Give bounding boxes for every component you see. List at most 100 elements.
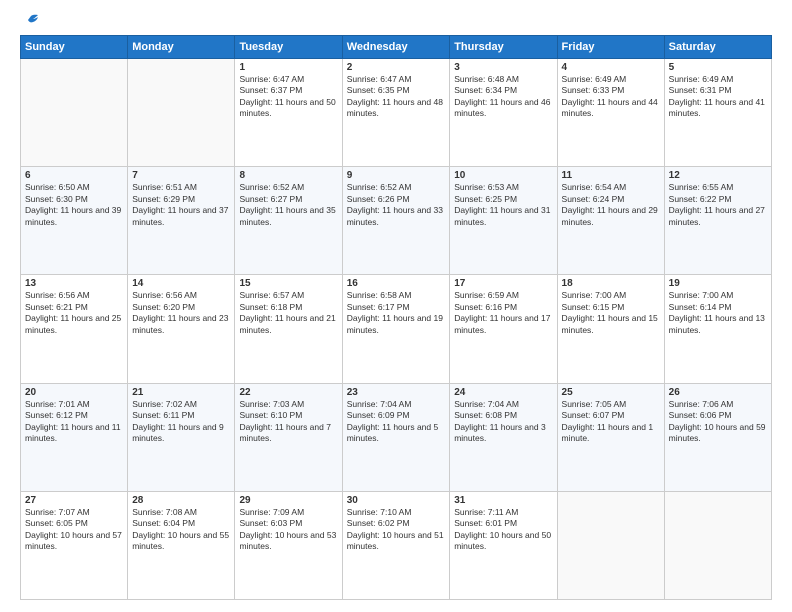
cell-info: Sunrise: 6:58 AMSunset: 6:17 PMDaylight:… [347, 290, 445, 336]
week-row-2: 13Sunrise: 6:56 AMSunset: 6:21 PMDayligh… [21, 275, 772, 383]
page: SundayMondayTuesdayWednesdayThursdayFrid… [0, 0, 792, 612]
day-number: 2 [347, 62, 445, 73]
cell-info: Sunrise: 7:10 AMSunset: 6:02 PMDaylight:… [347, 507, 445, 553]
calendar-cell: 6Sunrise: 6:50 AMSunset: 6:30 PMDaylight… [21, 167, 128, 275]
day-number: 23 [347, 387, 445, 398]
calendar-cell: 3Sunrise: 6:48 AMSunset: 6:34 PMDaylight… [450, 59, 557, 167]
cell-info: Sunrise: 7:09 AMSunset: 6:03 PMDaylight:… [239, 507, 337, 553]
header [20, 16, 772, 27]
cell-info: Sunrise: 7:02 AMSunset: 6:11 PMDaylight:… [132, 399, 230, 445]
cell-info: Sunrise: 6:49 AMSunset: 6:33 PMDaylight:… [562, 74, 660, 120]
day-number: 9 [347, 170, 445, 181]
week-row-3: 20Sunrise: 7:01 AMSunset: 6:12 PMDayligh… [21, 383, 772, 491]
calendar-cell: 23Sunrise: 7:04 AMSunset: 6:09 PMDayligh… [342, 383, 449, 491]
cell-info: Sunrise: 6:55 AMSunset: 6:22 PMDaylight:… [669, 182, 767, 228]
day-number: 8 [239, 170, 337, 181]
day-header-thursday: Thursday [450, 36, 557, 59]
cell-info: Sunrise: 6:56 AMSunset: 6:20 PMDaylight:… [132, 290, 230, 336]
calendar-cell: 25Sunrise: 7:05 AMSunset: 6:07 PMDayligh… [557, 383, 664, 491]
day-number: 18 [562, 278, 660, 289]
cell-info: Sunrise: 7:04 AMSunset: 6:08 PMDaylight:… [454, 399, 552, 445]
day-number: 10 [454, 170, 552, 181]
calendar-cell: 26Sunrise: 7:06 AMSunset: 6:06 PMDayligh… [664, 383, 771, 491]
cell-info: Sunrise: 6:56 AMSunset: 6:21 PMDaylight:… [25, 290, 123, 336]
day-number: 1 [239, 62, 337, 73]
cell-info: Sunrise: 6:53 AMSunset: 6:25 PMDaylight:… [454, 182, 552, 228]
day-number: 30 [347, 495, 445, 506]
calendar-cell: 8Sunrise: 6:52 AMSunset: 6:27 PMDaylight… [235, 167, 342, 275]
day-number: 29 [239, 495, 337, 506]
calendar-cell: 14Sunrise: 6:56 AMSunset: 6:20 PMDayligh… [128, 275, 235, 383]
calendar-cell [128, 59, 235, 167]
cell-info: Sunrise: 7:07 AMSunset: 6:05 PMDaylight:… [25, 507, 123, 553]
calendar-cell: 18Sunrise: 7:00 AMSunset: 6:15 PMDayligh… [557, 275, 664, 383]
cell-info: Sunrise: 6:52 AMSunset: 6:26 PMDaylight:… [347, 182, 445, 228]
day-number: 28 [132, 495, 230, 506]
cell-info: Sunrise: 6:50 AMSunset: 6:30 PMDaylight:… [25, 182, 123, 228]
logo-bird-icon [21, 14, 39, 30]
day-number: 31 [454, 495, 552, 506]
cell-info: Sunrise: 6:57 AMSunset: 6:18 PMDaylight:… [239, 290, 337, 336]
cell-info: Sunrise: 7:00 AMSunset: 6:15 PMDaylight:… [562, 290, 660, 336]
day-number: 3 [454, 62, 552, 73]
day-number: 26 [669, 387, 767, 398]
calendar-cell [557, 491, 664, 599]
cell-info: Sunrise: 6:52 AMSunset: 6:27 PMDaylight:… [239, 182, 337, 228]
day-number: 7 [132, 170, 230, 181]
calendar-cell: 13Sunrise: 6:56 AMSunset: 6:21 PMDayligh… [21, 275, 128, 383]
day-number: 19 [669, 278, 767, 289]
calendar-cell: 15Sunrise: 6:57 AMSunset: 6:18 PMDayligh… [235, 275, 342, 383]
cell-info: Sunrise: 7:01 AMSunset: 6:12 PMDaylight:… [25, 399, 123, 445]
week-row-4: 27Sunrise: 7:07 AMSunset: 6:05 PMDayligh… [21, 491, 772, 599]
calendar-cell: 10Sunrise: 6:53 AMSunset: 6:25 PMDayligh… [450, 167, 557, 275]
cell-info: Sunrise: 7:06 AMSunset: 6:06 PMDaylight:… [669, 399, 767, 445]
calendar-cell: 16Sunrise: 6:58 AMSunset: 6:17 PMDayligh… [342, 275, 449, 383]
cell-info: Sunrise: 6:49 AMSunset: 6:31 PMDaylight:… [669, 74, 767, 120]
day-header-friday: Friday [557, 36, 664, 59]
cell-info: Sunrise: 6:59 AMSunset: 6:16 PMDaylight:… [454, 290, 552, 336]
day-number: 17 [454, 278, 552, 289]
calendar-cell: 2Sunrise: 6:47 AMSunset: 6:35 PMDaylight… [342, 59, 449, 167]
calendar-header-row: SundayMondayTuesdayWednesdayThursdayFrid… [21, 36, 772, 59]
day-number: 16 [347, 278, 445, 289]
calendar-cell: 11Sunrise: 6:54 AMSunset: 6:24 PMDayligh… [557, 167, 664, 275]
day-number: 27 [25, 495, 123, 506]
logo [20, 16, 39, 27]
cell-info: Sunrise: 6:47 AMSunset: 6:35 PMDaylight:… [347, 74, 445, 120]
day-number: 25 [562, 387, 660, 398]
calendar-cell: 17Sunrise: 6:59 AMSunset: 6:16 PMDayligh… [450, 275, 557, 383]
day-number: 20 [25, 387, 123, 398]
calendar-cell: 22Sunrise: 7:03 AMSunset: 6:10 PMDayligh… [235, 383, 342, 491]
day-number: 13 [25, 278, 123, 289]
day-header-saturday: Saturday [664, 36, 771, 59]
calendar-cell: 28Sunrise: 7:08 AMSunset: 6:04 PMDayligh… [128, 491, 235, 599]
calendar-cell: 20Sunrise: 7:01 AMSunset: 6:12 PMDayligh… [21, 383, 128, 491]
day-number: 24 [454, 387, 552, 398]
calendar-cell: 9Sunrise: 6:52 AMSunset: 6:26 PMDaylight… [342, 167, 449, 275]
day-header-sunday: Sunday [21, 36, 128, 59]
calendar-cell [664, 491, 771, 599]
cell-info: Sunrise: 7:03 AMSunset: 6:10 PMDaylight:… [239, 399, 337, 445]
day-number: 21 [132, 387, 230, 398]
day-number: 22 [239, 387, 337, 398]
week-row-1: 6Sunrise: 6:50 AMSunset: 6:30 PMDaylight… [21, 167, 772, 275]
calendar-cell: 7Sunrise: 6:51 AMSunset: 6:29 PMDaylight… [128, 167, 235, 275]
calendar-cell [21, 59, 128, 167]
cell-info: Sunrise: 6:51 AMSunset: 6:29 PMDaylight:… [132, 182, 230, 228]
calendar-cell: 27Sunrise: 7:07 AMSunset: 6:05 PMDayligh… [21, 491, 128, 599]
calendar-table: SundayMondayTuesdayWednesdayThursdayFrid… [20, 35, 772, 600]
cell-info: Sunrise: 7:05 AMSunset: 6:07 PMDaylight:… [562, 399, 660, 445]
cell-info: Sunrise: 7:08 AMSunset: 6:04 PMDaylight:… [132, 507, 230, 553]
day-header-monday: Monday [128, 36, 235, 59]
cell-info: Sunrise: 7:11 AMSunset: 6:01 PMDaylight:… [454, 507, 552, 553]
logo-text [20, 16, 39, 27]
cell-info: Sunrise: 6:54 AMSunset: 6:24 PMDaylight:… [562, 182, 660, 228]
calendar-cell: 30Sunrise: 7:10 AMSunset: 6:02 PMDayligh… [342, 491, 449, 599]
cell-info: Sunrise: 7:00 AMSunset: 6:14 PMDaylight:… [669, 290, 767, 336]
calendar-cell: 31Sunrise: 7:11 AMSunset: 6:01 PMDayligh… [450, 491, 557, 599]
day-header-tuesday: Tuesday [235, 36, 342, 59]
calendar-cell: 5Sunrise: 6:49 AMSunset: 6:31 PMDaylight… [664, 59, 771, 167]
cell-info: Sunrise: 6:47 AMSunset: 6:37 PMDaylight:… [239, 74, 337, 120]
calendar-cell: 1Sunrise: 6:47 AMSunset: 6:37 PMDaylight… [235, 59, 342, 167]
calendar-cell: 21Sunrise: 7:02 AMSunset: 6:11 PMDayligh… [128, 383, 235, 491]
